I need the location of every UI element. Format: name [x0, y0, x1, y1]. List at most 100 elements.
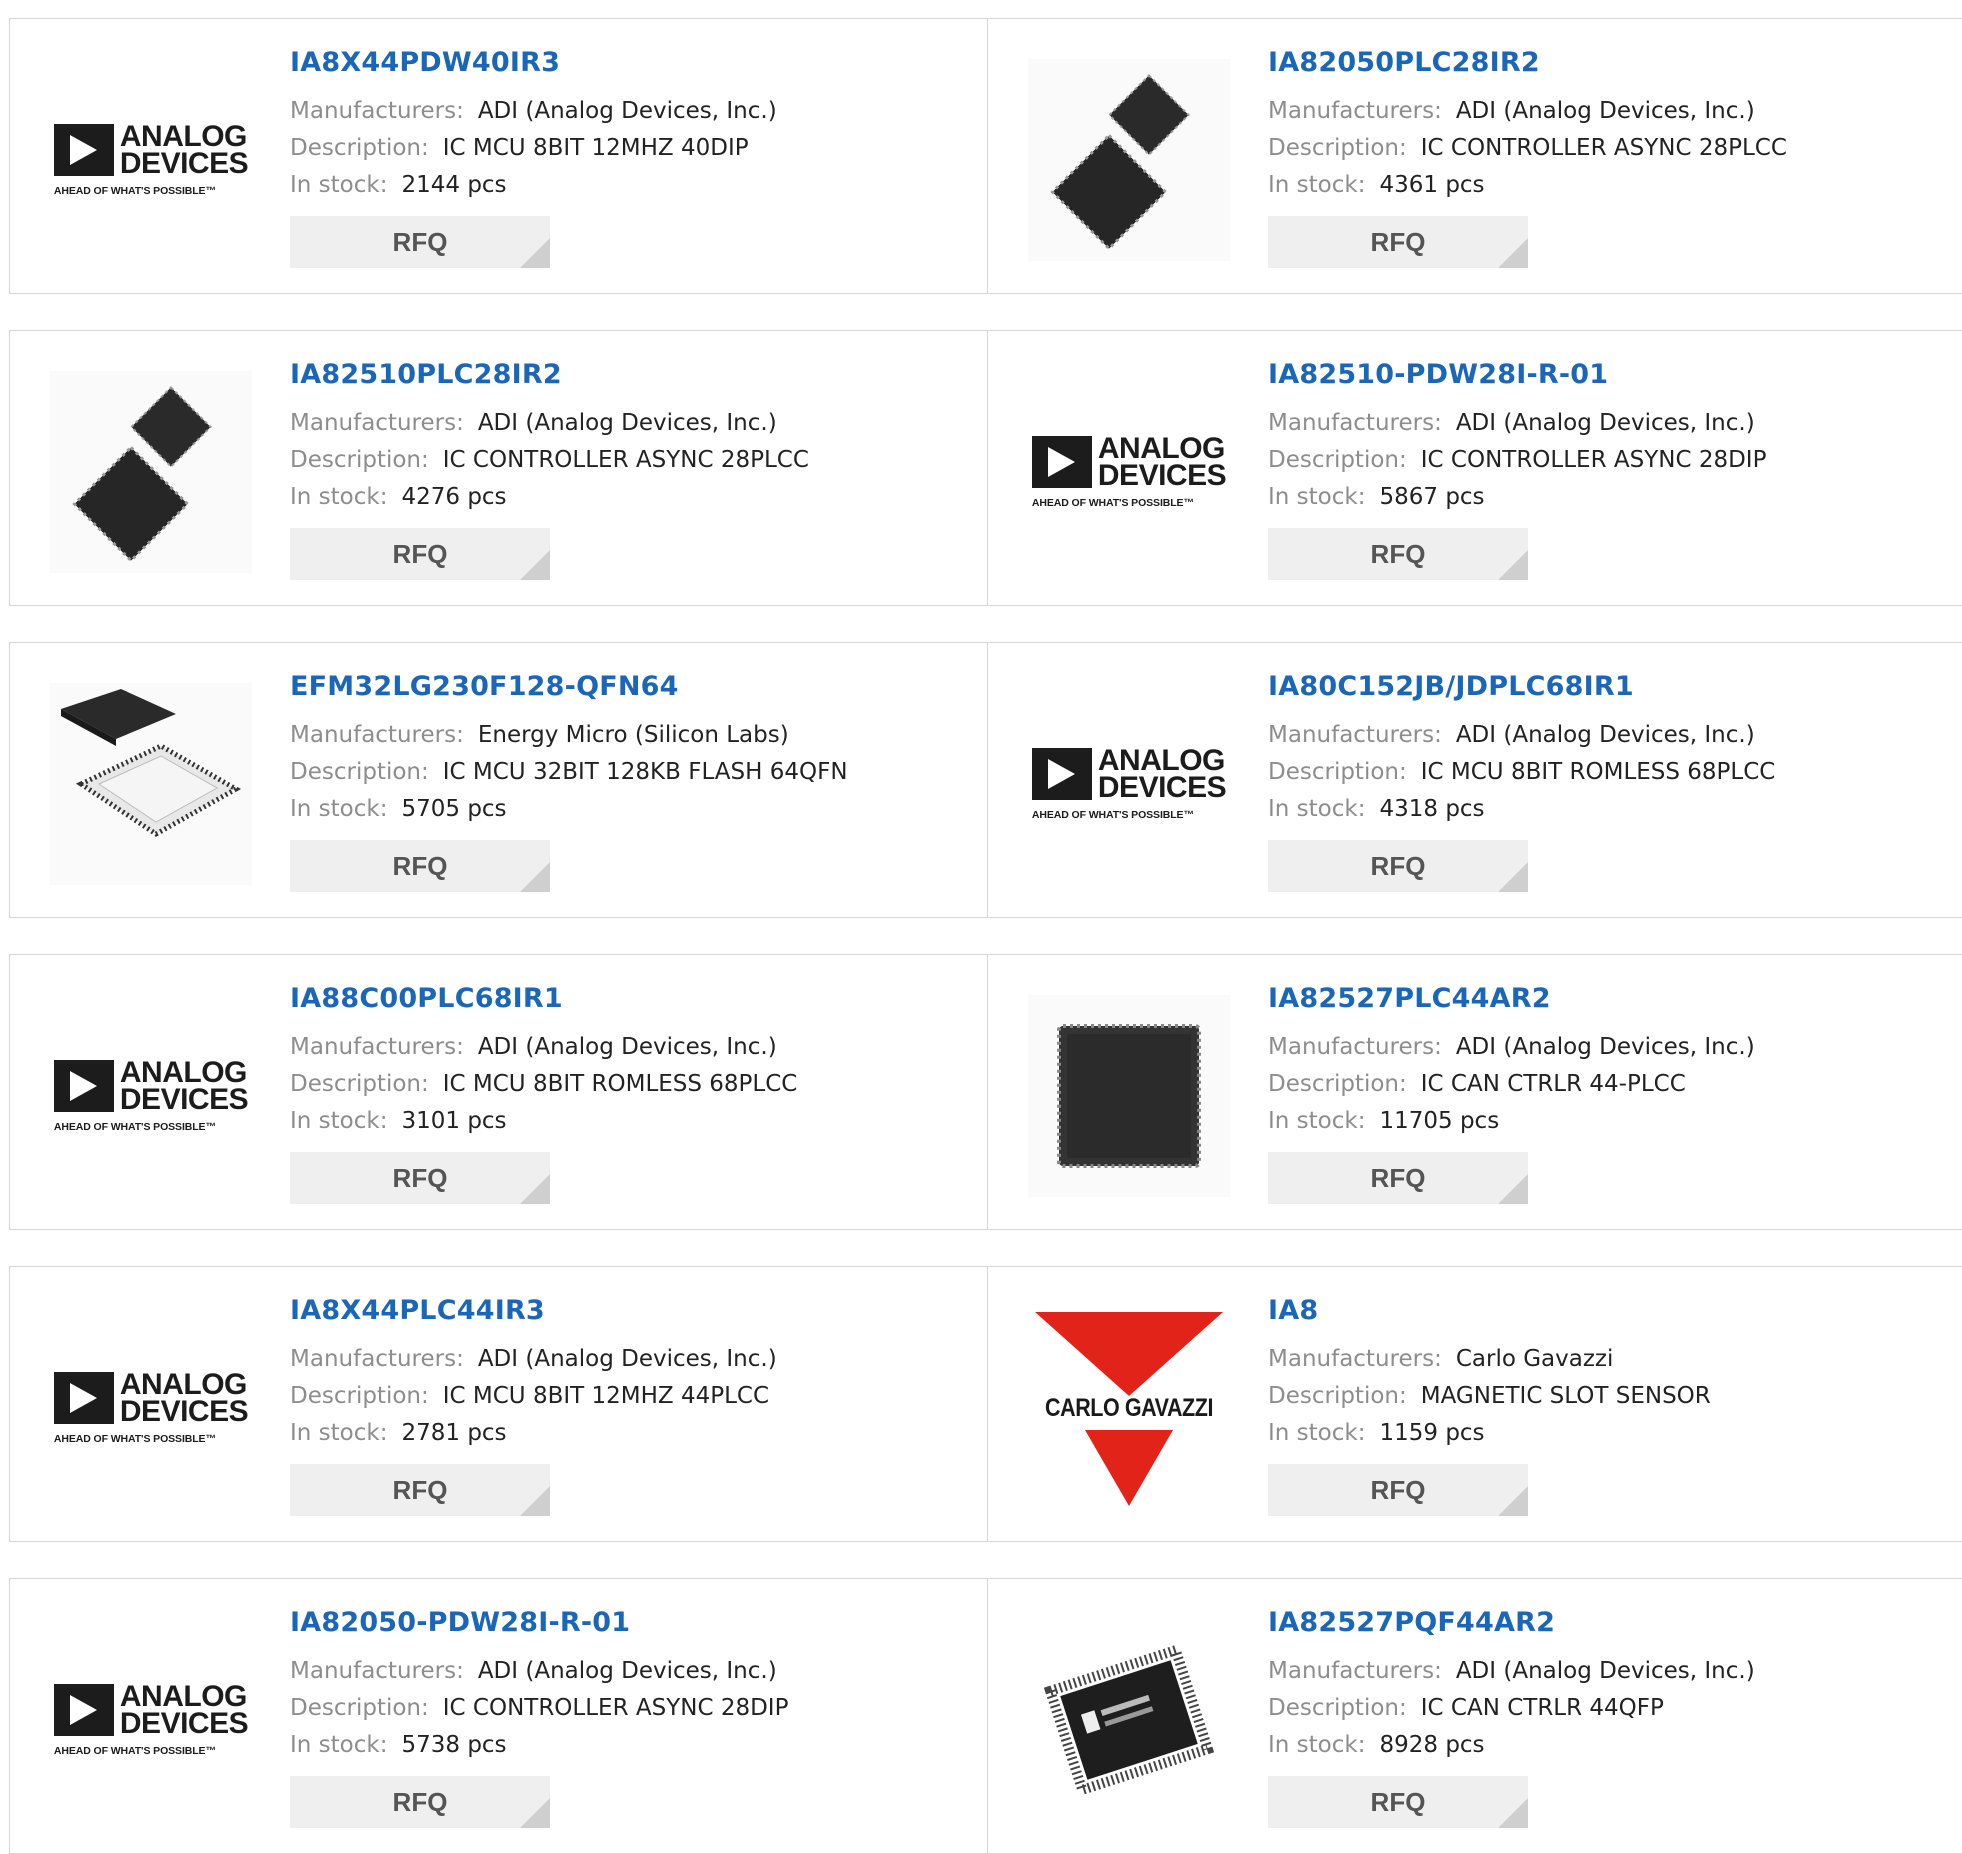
qfn-chip-image: [61, 689, 242, 837]
analog-devices-logo: ANALOG DEVICES AHEAD OF WHAT'S POSSIBLE™: [53, 1680, 249, 1757]
stock-line: In stock: 8928 pcs: [1268, 1732, 1485, 1758]
description-line: Description: IC CONTROLLER ASYNC 28DIP: [1268, 447, 1767, 473]
manufacturer-line: Manufacturers: ADI (Analog Devices, Inc.): [290, 410, 777, 436]
product-image[interactable]: ANALOG DEVICES AHEAD OF WHAT'S POSSIBLE™: [50, 59, 252, 261]
part-number-link[interactable]: EFM32LG230F128-QFN64: [290, 669, 977, 705]
analog-devices-logo: ANALOG DEVICES AHEAD OF WHAT'S POSSIBLE™: [53, 1368, 249, 1445]
manufacturer-value: Carlo Gavazzi: [1455, 1346, 1614, 1372]
stock-value: 4361 pcs: [1379, 172, 1485, 198]
rfq-button[interactable]: RFQ: [1268, 1776, 1528, 1828]
product-image[interactable]: ANALOG DEVICES AHEAD OF WHAT'S POSSIBLE™: [1028, 683, 1230, 885]
manufacturer-value: ADI (Analog Devices, Inc.): [477, 98, 777, 124]
rfq-button[interactable]: RFQ: [1268, 1464, 1528, 1516]
rfq-button[interactable]: RFQ: [1268, 528, 1528, 580]
manufacturer-value: ADI (Analog Devices, Inc.): [1455, 722, 1755, 748]
product-image[interactable]: [50, 683, 252, 885]
manufacturer-line: Manufacturers: ADI (Analog Devices, Inc.): [1268, 1034, 1755, 1060]
analog-devices-logo: ANALOG DEVICES AHEAD OF WHAT'S POSSIBLE™: [53, 1056, 249, 1133]
stock-value: 4318 pcs: [1379, 796, 1485, 822]
stock-line: In stock: 5738 pcs: [290, 1732, 507, 1758]
description-line: Description: IC MCU 8BIT ROMLESS 68PLCC: [290, 1071, 798, 1097]
stock-line: In stock: 2781 pcs: [290, 1420, 507, 1446]
part-number-link[interactable]: IA82527PQF44AR2: [1268, 1605, 1953, 1641]
part-number-link[interactable]: IA82050-PDW28I-R-01: [290, 1605, 977, 1641]
product-image[interactable]: ANALOG DEVICES AHEAD OF WHAT'S POSSIBLE™: [50, 995, 252, 1197]
part-number-link[interactable]: IA8: [1268, 1293, 1953, 1329]
rfq-button[interactable]: RFQ: [1268, 216, 1528, 268]
stock-value: 11705 pcs: [1379, 1108, 1500, 1134]
manufacturer-value: ADI (Analog Devices, Inc.): [477, 1346, 777, 1372]
product-image[interactable]: CARLO GAVAZZI: [1028, 1307, 1230, 1509]
product-card: ANALOG DEVICES AHEAD OF WHAT'S POSSIBLE™ …: [10, 19, 988, 293]
manufacturer-line: Manufacturers: ADI (Analog Devices, Inc.): [290, 1346, 777, 1372]
stock-line: In stock: 3101 pcs: [290, 1108, 507, 1134]
stock-value: 5867 pcs: [1379, 484, 1485, 510]
part-number-link[interactable]: IA82050PLC28IR2: [1268, 45, 1953, 81]
manufacturer-line: Manufacturers: ADI (Analog Devices, Inc.): [1268, 722, 1755, 748]
rfq-button[interactable]: RFQ: [290, 1776, 550, 1828]
rfq-button[interactable]: RFQ: [290, 528, 550, 580]
product-card: CARLO GAVAZZI IA8 Manufacturers: Carlo Ga…: [988, 1267, 1962, 1541]
product-image[interactable]: [50, 371, 252, 573]
description-line: Description: MAGNETIC SLOT SENSOR: [1268, 1383, 1711, 1409]
description-line: Description: IC MCU 8BIT 12MHZ 40DIP: [290, 135, 749, 161]
description-line: Description: IC CONTROLLER ASYNC 28DIP: [290, 1695, 789, 1721]
stock-line: In stock: 2144 pcs: [290, 172, 507, 198]
part-number-link[interactable]: IA8X44PLC44IR3: [290, 1293, 977, 1329]
product-card: IA82527PLC44AR2 Manufacturers: ADI (Analo…: [988, 955, 1962, 1229]
stock-value: 1159 pcs: [1379, 1420, 1485, 1446]
part-number-link[interactable]: IA8X44PDW40IR3: [290, 45, 977, 81]
description-value: IC MCU 8BIT ROMLESS 68PLCC: [442, 1071, 798, 1097]
description-line: Description: IC MCU 32BIT 128KB FLASH 64Q…: [290, 759, 848, 785]
part-number-link[interactable]: IA80C152JB/JDPLC68IR1: [1268, 669, 1953, 705]
stock-value: 2781 pcs: [401, 1420, 507, 1446]
description-line: Description: IC MCU 8BIT ROMLESS 68PLCC: [1268, 759, 1776, 785]
description-value: IC MCU 32BIT 128KB FLASH 64QFN: [442, 759, 848, 785]
manufacturer-value: ADI (Analog Devices, Inc.): [477, 1034, 777, 1060]
rfq-button[interactable]: RFQ: [290, 1152, 550, 1204]
analog-devices-logo: ANALOG DEVICES AHEAD OF WHAT'S POSSIBLE™: [1031, 432, 1227, 509]
rfq-button[interactable]: RFQ: [290, 1464, 550, 1516]
part-number-link[interactable]: IA88C00PLC68IR1: [290, 981, 977, 1017]
manufacturer-value: ADI (Analog Devices, Inc.): [477, 1658, 777, 1684]
product-row: EFM32LG230F128-QFN64 Manufacturers: Energ…: [9, 642, 1962, 918]
product-row: IA82510PLC28IR2 Manufacturers: ADI (Analo…: [9, 330, 1962, 606]
description-line: Description: IC CONTROLLER ASYNC 28PLCC: [1268, 135, 1787, 161]
manufacturer-line: Manufacturers: ADI (Analog Devices, Inc.): [1268, 98, 1755, 124]
description-value: MAGNETIC SLOT SENSOR: [1420, 1383, 1711, 1409]
product-card: IA82510PLC28IR2 Manufacturers: ADI (Analo…: [10, 331, 988, 605]
part-number-link[interactable]: IA82510-PDW28I-R-01: [1268, 357, 1953, 393]
manufacturer-line: Manufacturers: Carlo Gavazzi: [1268, 1346, 1614, 1372]
analog-devices-logo: ANALOG DEVICES AHEAD OF WHAT'S POSSIBLE™: [1031, 744, 1227, 821]
product-image[interactable]: ANALOG DEVICES AHEAD OF WHAT'S POSSIBLE™: [50, 1307, 252, 1509]
product-row: ANALOG DEVICES AHEAD OF WHAT'S POSSIBLE™ …: [9, 1266, 1962, 1542]
product-image[interactable]: ANALOG DEVICES AHEAD OF WHAT'S POSSIBLE™: [1028, 371, 1230, 573]
plcc-chip-pair-image: [72, 385, 213, 563]
part-number-link[interactable]: IA82510PLC28IR2: [290, 357, 977, 393]
stock-value: 5705 pcs: [401, 796, 507, 822]
part-number-link[interactable]: IA82527PLC44AR2: [1268, 981, 1953, 1017]
description-line: Description: IC MCU 8BIT 12MHZ 44PLCC: [290, 1383, 770, 1409]
product-card: ANALOG DEVICES AHEAD OF WHAT'S POSSIBLE™ …: [10, 1579, 988, 1853]
product-image[interactable]: ANALOG DEVICES AHEAD OF WHAT'S POSSIBLE™: [50, 1619, 252, 1821]
product-image[interactable]: [1028, 59, 1230, 261]
rfq-button[interactable]: RFQ: [1268, 1152, 1528, 1204]
rfq-button[interactable]: RFQ: [290, 840, 550, 892]
manufacturer-value: Energy Micro (Silicon Labs): [477, 722, 789, 748]
product-row: ANALOG DEVICES AHEAD OF WHAT'S POSSIBLE™ …: [9, 954, 1962, 1230]
description-value: IC CAN CTRLR 44QFP: [1420, 1695, 1664, 1721]
product-row: ANALOG DEVICES AHEAD OF WHAT'S POSSIBLE™ …: [9, 18, 1962, 294]
product-card: ANALOG DEVICES AHEAD OF WHAT'S POSSIBLE™ …: [10, 955, 988, 1229]
manufacturer-line: Manufacturers: Energy Micro (Silicon Labs…: [290, 722, 789, 748]
description-line: Description: IC CAN CTRLR 44QFP: [1268, 1695, 1664, 1721]
rfq-button[interactable]: RFQ: [1268, 840, 1528, 892]
product-image[interactable]: [1028, 995, 1230, 1197]
plcc-chip-pair-image: [1050, 73, 1191, 251]
product-image[interactable]: [1028, 1619, 1230, 1821]
product-card: EFM32LG230F128-QFN64 Manufacturers: Energ…: [10, 643, 988, 917]
stock-line: In stock: 4276 pcs: [290, 484, 507, 510]
rfq-button[interactable]: RFQ: [290, 216, 550, 268]
stock-line: In stock: 4318 pcs: [1268, 796, 1485, 822]
product-card: ANALOG DEVICES AHEAD OF WHAT'S POSSIBLE™ …: [988, 331, 1962, 605]
stock-value: 4276 pcs: [401, 484, 507, 510]
